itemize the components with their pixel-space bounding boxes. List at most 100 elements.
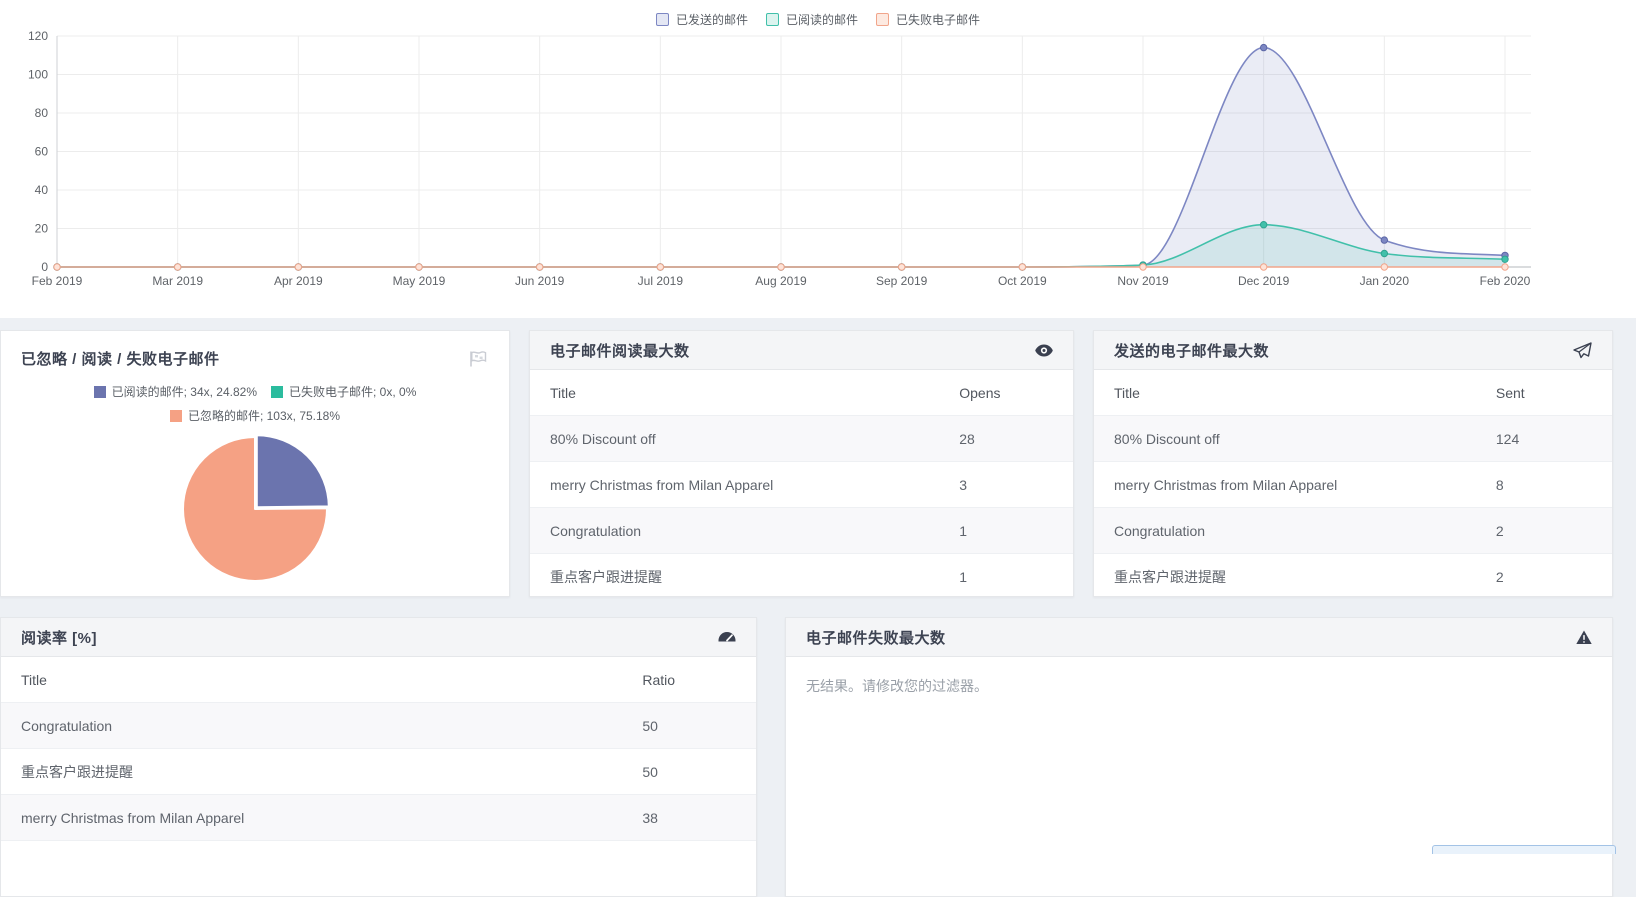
table-row: Congratulation50 xyxy=(1,703,756,749)
svg-text:20: 20 xyxy=(35,222,49,236)
cell-value: 50 xyxy=(622,749,756,795)
svg-text:Dec 2019: Dec 2019 xyxy=(1238,274,1290,288)
cell-value: 50 xyxy=(622,703,756,749)
cell-title: merry Christmas from Milan Apparel xyxy=(530,462,939,508)
column-title: Title xyxy=(1094,370,1476,416)
cell-title: 重点客户跟进提醒 xyxy=(1,749,622,795)
table-header-row: Title Sent xyxy=(1094,370,1612,416)
svg-text:40: 40 xyxy=(35,183,49,197)
panel-header: 电子邮件失败最大数 xyxy=(786,618,1612,657)
eye-icon xyxy=(1035,344,1053,357)
opens-table: Title Opens 80% Discount off28merry Chri… xyxy=(530,370,1073,597)
table-row: merry Christmas from Milan Apparel3 xyxy=(530,462,1073,508)
table-row: 重点客户跟进提醒2 xyxy=(1094,554,1612,598)
svg-text:Jul 2019: Jul 2019 xyxy=(638,274,684,288)
cell-title: Congratulation xyxy=(1094,508,1476,554)
cell-value: 1 xyxy=(939,554,1073,598)
panels-row-top: 已忽略 / 阅读 / 失败电子邮件 已阅读的邮件; 34x, 24.82% 已失败… xyxy=(0,330,1613,597)
pie-chart[interactable] xyxy=(170,432,340,584)
read-ratio-panel: 阅读率 [%] Title Ratio Congratulation50重点客户… xyxy=(0,617,757,897)
svg-text:0: 0 xyxy=(41,260,48,274)
table-row: 重点客户跟进提醒1 xyxy=(530,554,1073,598)
legend-label: 已失败电子邮件 xyxy=(896,11,980,28)
pie-legend-item: 已忽略的邮件; 103x, 75.18% xyxy=(170,407,340,424)
svg-text:Jun 2019: Jun 2019 xyxy=(515,274,565,288)
pie-legend-swatch xyxy=(271,386,283,398)
column-ratio: Ratio xyxy=(622,657,756,703)
svg-text:Aug 2019: Aug 2019 xyxy=(755,274,807,288)
svg-text:120: 120 xyxy=(28,29,48,43)
svg-text:Mar 2019: Mar 2019 xyxy=(152,274,203,288)
no-results-message: 无结果。请修改您的过滤器。 xyxy=(786,657,1612,715)
panel-title: 电子邮件阅读最大数 xyxy=(550,340,690,361)
trend-chart-legend: 已发送的邮件 已阅读的邮件 已失败电子邮件 xyxy=(0,11,1636,28)
chat-widget-peek[interactable] xyxy=(1432,845,1616,854)
cell-value: 3 xyxy=(939,462,1073,508)
cell-value: 124 xyxy=(1476,416,1612,462)
svg-text:Jan 2020: Jan 2020 xyxy=(1360,274,1410,288)
svg-text:60: 60 xyxy=(35,145,49,159)
gauge-icon xyxy=(718,631,736,643)
warning-icon xyxy=(1576,630,1592,645)
panel-title: 电子邮件失败最大数 xyxy=(806,627,946,648)
svg-text:Oct 2019: Oct 2019 xyxy=(998,274,1047,288)
svg-text:80: 80 xyxy=(35,106,49,120)
table-row: merry Christmas from Milan Apparel38 xyxy=(1,795,756,841)
cell-title: 重点客户跟进提醒 xyxy=(1094,554,1476,598)
table-row: 80% Discount off124 xyxy=(1094,416,1612,462)
cell-title: 80% Discount off xyxy=(1094,416,1476,462)
cell-title: Congratulation xyxy=(1,703,622,749)
panel-header: 发送的电子邮件最大数 xyxy=(1094,331,1612,370)
legend-swatch xyxy=(766,13,779,26)
table-header-row: Title Ratio xyxy=(1,657,756,703)
email-opens-panel: 电子邮件阅读最大数 Title Opens 80% Discount off28… xyxy=(529,330,1074,597)
pie-legend-label: 已阅读的邮件; 34x, 24.82% xyxy=(112,383,257,400)
cell-title: 80% Discount off xyxy=(530,416,939,462)
cell-value: 2 xyxy=(1476,554,1612,598)
panel-header: 阅读率 [%] xyxy=(1,618,756,657)
svg-text:Nov 2019: Nov 2019 xyxy=(1117,274,1169,288)
cell-title: Congratulation xyxy=(530,508,939,554)
legend-item[interactable]: 已失败电子邮件 xyxy=(876,11,980,28)
paper-plane-icon xyxy=(1573,342,1592,359)
pie-slice[interactable] xyxy=(257,435,329,507)
pie-legend-swatch xyxy=(94,386,106,398)
pie-legend: 已阅读的邮件; 34x, 24.82% 已失败电子邮件; 0x, 0% 已忽略的邮件… xyxy=(35,383,475,424)
email-sent-panel: 发送的电子邮件最大数 Title Sent 80% Discount off12… xyxy=(1093,330,1613,597)
pie-legend-label: 已忽略的邮件; 103x, 75.18% xyxy=(188,407,340,424)
column-title: Title xyxy=(530,370,939,416)
sent-table: Title Sent 80% Discount off124merry Chri… xyxy=(1094,370,1612,597)
pie-legend-swatch xyxy=(170,410,182,422)
cell-value: 8 xyxy=(1476,462,1612,508)
email-failed-panel: 电子邮件失败最大数 无结果。请修改您的过滤器。 xyxy=(785,617,1613,897)
pie-legend-label: 已失败电子邮件; 0x, 0% xyxy=(289,383,416,400)
table-header-row: Title Opens xyxy=(530,370,1073,416)
email-trend-chart[interactable]: 020406080100120Feb 2019Mar 2019Apr 2019M… xyxy=(0,0,1636,300)
panel-title: 阅读率 [%] xyxy=(21,627,97,648)
ignored-read-failed-panel: 已忽略 / 阅读 / 失败电子邮件 已阅读的邮件; 34x, 24.82% 已失败… xyxy=(0,330,510,597)
email-trend-panel: 已发送的邮件 已阅读的邮件 已失败电子邮件 0 20 40 60 80 100 120 Feb 2… xyxy=(0,0,1636,318)
column-sent: Sent xyxy=(1476,370,1612,416)
svg-text:Apr 2019: Apr 2019 xyxy=(274,274,323,288)
column-opens: Opens xyxy=(939,370,1073,416)
cell-title: merry Christmas from Milan Apparel xyxy=(1094,462,1476,508)
panel-title: 已忽略 / 阅读 / 失败电子邮件 xyxy=(21,348,220,369)
svg-text:Feb 2019: Feb 2019 xyxy=(32,274,83,288)
legend-swatch xyxy=(876,13,889,26)
table-row: 重点客户跟进提醒50 xyxy=(1,749,756,795)
legend-label: 已阅读的邮件 xyxy=(786,11,858,28)
legend-item[interactable]: 已阅读的邮件 xyxy=(766,11,858,28)
legend-item[interactable]: 已发送的邮件 xyxy=(656,11,748,28)
cell-value: 38 xyxy=(622,795,756,841)
cell-title: merry Christmas from Milan Apparel xyxy=(1,795,622,841)
svg-text:Sep 2019: Sep 2019 xyxy=(876,274,928,288)
ratio-table: Title Ratio Congratulation50重点客户跟进提醒50me… xyxy=(1,657,756,841)
panels-row-bottom: 阅读率 [%] Title Ratio Congratulation50重点客户… xyxy=(0,617,1613,897)
column-title: Title xyxy=(1,657,622,703)
cell-value: 1 xyxy=(939,508,1073,554)
table-row: 80% Discount off28 xyxy=(530,416,1073,462)
table-row: Congratulation1 xyxy=(530,508,1073,554)
svg-text:Feb 2020: Feb 2020 xyxy=(1480,274,1531,288)
svg-text:100: 100 xyxy=(28,68,48,82)
table-row: merry Christmas from Milan Apparel8 xyxy=(1094,462,1612,508)
